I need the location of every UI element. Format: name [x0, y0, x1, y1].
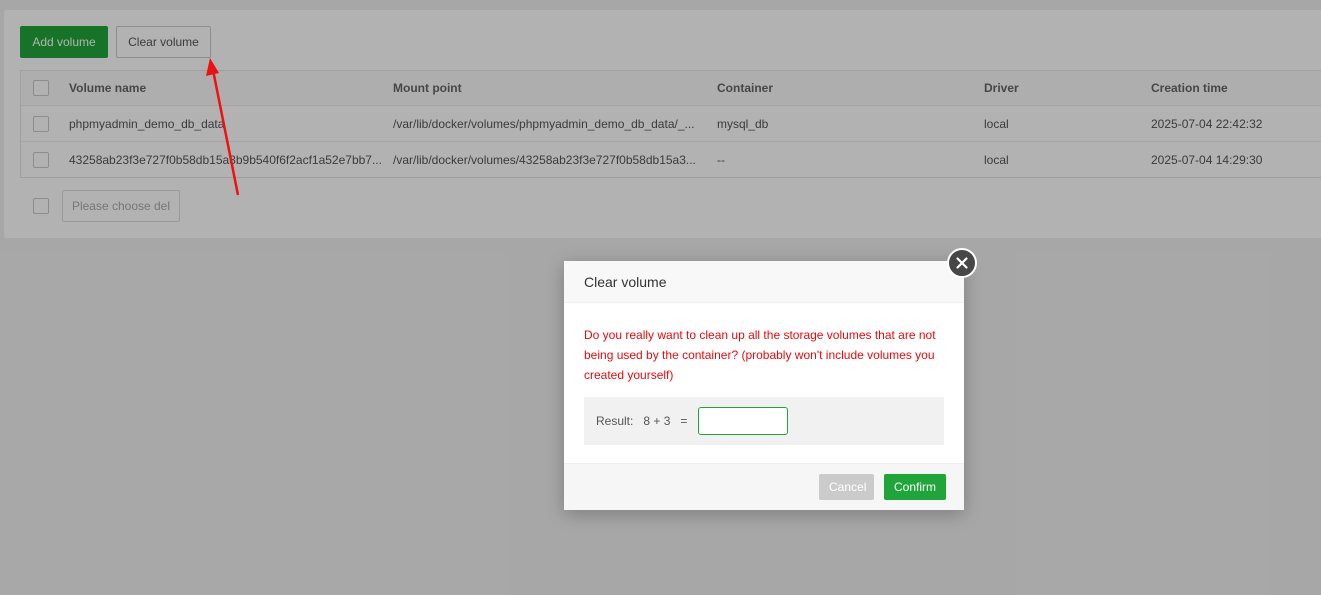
dialog-title: Clear volume [564, 261, 964, 303]
dialog-body: Do you really want to clean up all the s… [564, 303, 964, 445]
verification-box: Result: 8 + 3 = [584, 397, 944, 445]
warning-message: Do you really want to clean up all the s… [584, 328, 936, 382]
verify-label: Result: [596, 414, 634, 428]
close-button[interactable] [947, 248, 977, 278]
close-icon [956, 257, 968, 269]
confirm-button[interactable]: Confirm [884, 474, 946, 500]
verify-equals: = [680, 414, 688, 428]
dialog-footer: Cancel Confirm [564, 463, 964, 510]
cancel-button[interactable]: Cancel [819, 474, 874, 500]
verify-expression: 8 + 3 [643, 414, 671, 428]
verify-answer-input[interactable] [698, 407, 789, 435]
clear-volume-dialog: Clear volume Do you really want to clean… [564, 248, 977, 510]
